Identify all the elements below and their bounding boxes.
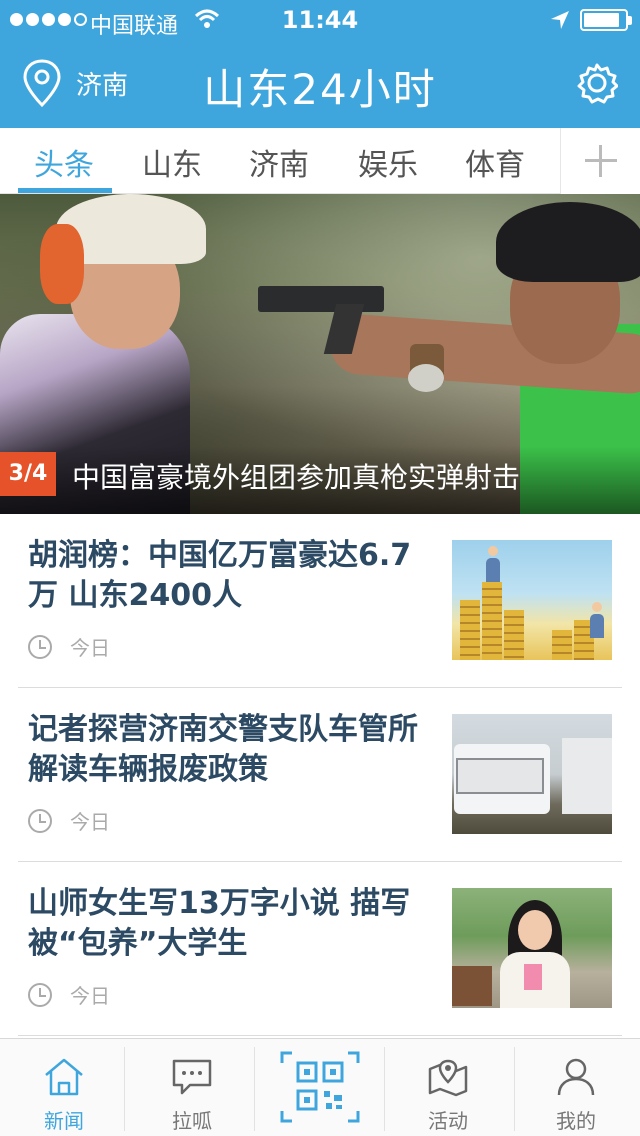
clock-icon: [28, 634, 52, 659]
news-thumbnail: [452, 714, 612, 834]
nav-profile-label: 我的: [556, 1109, 596, 1133]
home-icon: [45, 1058, 83, 1096]
news-title: 山师女生写13万字小说 描写被“包养”大学生: [28, 886, 411, 961]
news-title: 胡润榜：中国亿万富豪达6.7万 山东2400人: [28, 538, 412, 613]
clock-icon: [28, 808, 52, 833]
news-time: 今日: [70, 984, 110, 1008]
nav-profile[interactable]: 我的: [512, 1039, 640, 1136]
tab-sports[interactable]: 体育: [447, 140, 543, 184]
add-category-button[interactable]: [560, 128, 640, 194]
bottom-nav: 新闻 拉呱 活动 我的: [0, 1038, 640, 1136]
nav-chat[interactable]: 拉呱: [128, 1039, 256, 1136]
news-thumbnail: [452, 888, 612, 1008]
qr-scan-icon: [280, 1051, 360, 1123]
tab-headlines[interactable]: 头条: [16, 140, 112, 184]
hero-carousel[interactable]: 3/4 中国富豪境外组团参加真枪实弹射击: [0, 194, 640, 514]
news-time: 今日: [70, 810, 110, 834]
news-meta: 今日: [28, 632, 110, 661]
tab-entertainment[interactable]: 娱乐: [340, 140, 436, 184]
status-bar: 中国联通 11:44: [0, 0, 640, 40]
news-time: 今日: [70, 636, 110, 660]
news-title: 记者探营济南交警支队车管所 解读车辆报废政策: [28, 712, 418, 787]
user-icon: [557, 1058, 595, 1096]
clock-icon: [28, 982, 52, 1007]
news-item[interactable]: 记者探营济南交警支队车管所 解读车辆报废政策 今日: [18, 688, 622, 862]
category-tabs: 头条 山东 济南 娱乐 体育: [0, 128, 640, 194]
location-arrow-icon: [551, 11, 569, 29]
status-time: 11:44: [281, 6, 359, 34]
app-title: 山东24小时: [203, 65, 437, 114]
settings-gear-icon[interactable]: [576, 62, 618, 104]
nav-news-label: 新闻: [44, 1109, 84, 1133]
news-item[interactable]: 山师女生写13万字小说 描写被“包养”大学生 今日: [18, 862, 622, 1036]
map-pin-icon: [428, 1059, 468, 1097]
hero-title: 中国富豪境外组团参加真枪实弹射击: [72, 461, 521, 494]
news-meta: 今日: [28, 980, 110, 1009]
active-tab-indicator: [18, 188, 112, 193]
carousel-counter-badge: 3/4: [0, 452, 56, 496]
tab-shandong[interactable]: 山东: [124, 140, 220, 184]
news-item[interactable]: 胡润榜：中国亿万富豪达6.7万 山东2400人 今日: [18, 514, 622, 688]
chat-icon: [172, 1059, 212, 1095]
tab-jinan[interactable]: 济南: [231, 140, 327, 184]
nav-news[interactable]: 新闻: [0, 1039, 128, 1136]
nav-activities-label: 活动: [428, 1109, 468, 1133]
news-thumbnail: [452, 540, 612, 660]
news-meta: 今日: [28, 806, 110, 835]
battery-icon: [580, 9, 632, 31]
nav-chat-label: 拉呱: [172, 1109, 212, 1133]
top-bar: 中国联通 11:44 济南 山东24小时: [0, 0, 640, 128]
nav-activities[interactable]: 活动: [384, 1039, 512, 1136]
nav-qr-scan[interactable]: [256, 1039, 384, 1136]
